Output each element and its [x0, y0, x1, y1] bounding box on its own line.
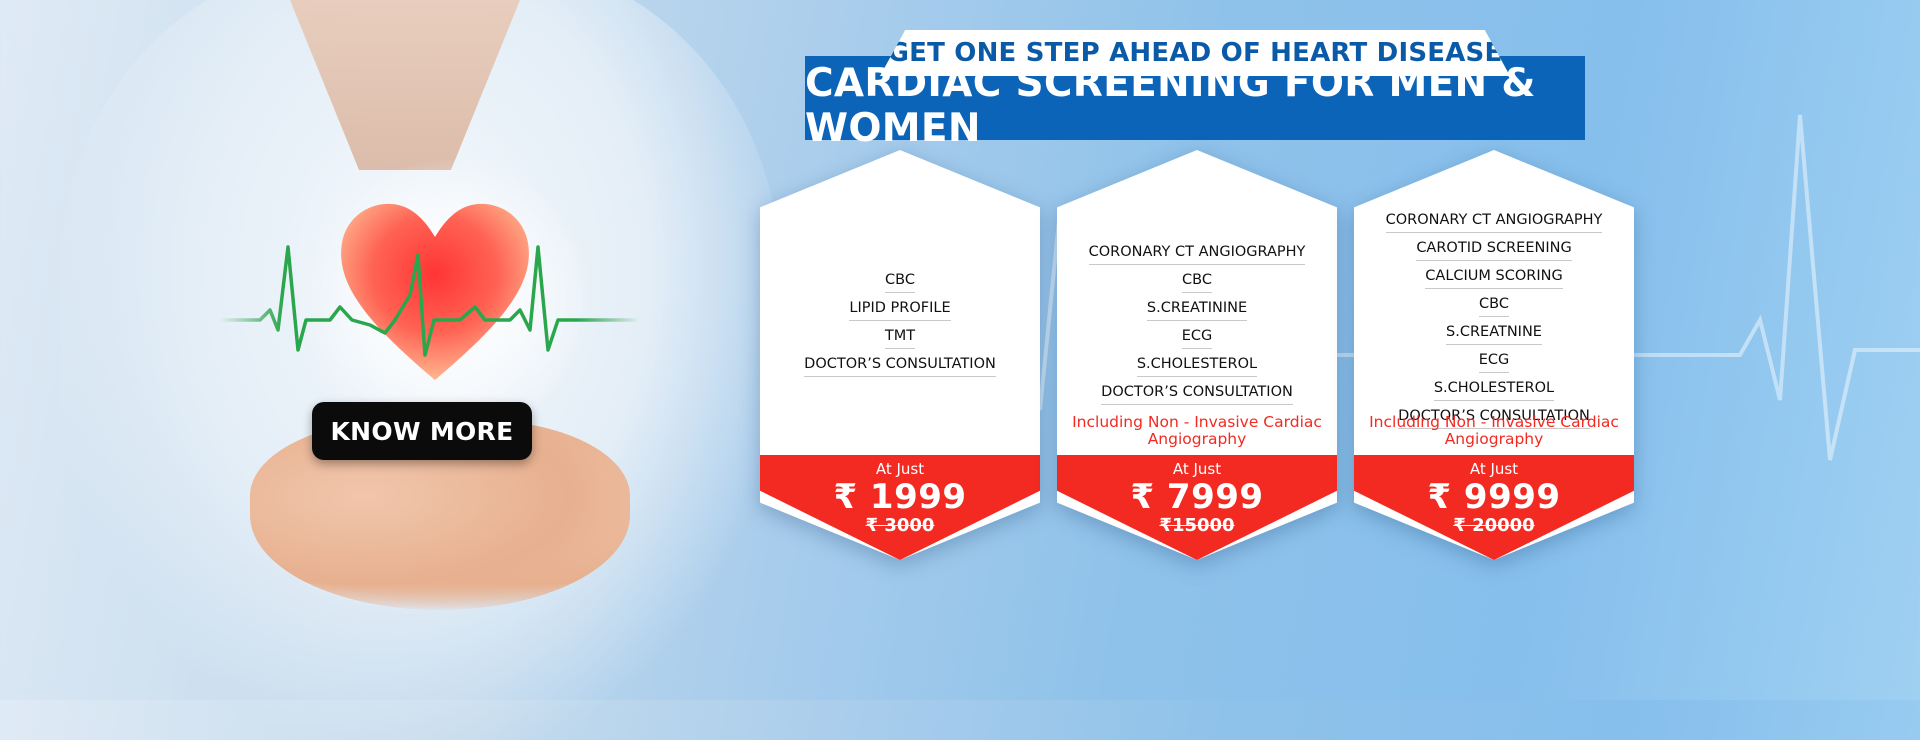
package-item: CORONARY CT ANGIOGRAPHY	[1385, 208, 1603, 233]
package-item: S.CREATININE	[1146, 296, 1248, 321]
package-item: CALCIUM SCORING	[1425, 264, 1563, 289]
package-item: S.CHOLESTEROL	[1136, 352, 1258, 377]
package-item: CBC	[885, 268, 915, 293]
package-item: DOCTOR’S CONSULTATION	[1101, 380, 1293, 405]
package-items: CBC LIPID PROFILE TMT DOCTOR’S CONSULTAT…	[760, 268, 1040, 377]
price: ₹ 7999	[1130, 477, 1264, 517]
package-note: Including Non - Invasive Cardiac Angiogr…	[1369, 413, 1619, 448]
know-more-button[interactable]: KNOW MORE	[312, 402, 532, 460]
price-block: At Just ₹ 7999 ₹15000	[1057, 460, 1337, 536]
package-item: DOCTOR’S CONSULTATION	[804, 352, 996, 377]
old-price: ₹ 3000	[865, 515, 935, 536]
ecg-line-icon	[220, 235, 640, 379]
price-block: At Just ₹ 1999 ₹ 3000	[760, 460, 1040, 536]
package-item: ECG	[1478, 348, 1510, 373]
price: ₹ 9999	[1427, 477, 1561, 517]
package-note: Including Non - Invasive Cardiac Angiogr…	[1072, 413, 1322, 448]
at-just-label: At Just	[875, 460, 925, 478]
package-items: CORONARY CT ANGIOGRAPHY CBC S.CREATININE…	[1057, 240, 1337, 405]
package-card-3[interactable]: CORONARY CT ANGIOGRAPHY CAROTID SCREENIN…	[1354, 150, 1634, 560]
price: ₹ 1999	[833, 477, 967, 517]
at-just-label: At Just	[1469, 460, 1519, 478]
package-item: LIPID PROFILE	[849, 296, 951, 321]
at-just-label: At Just	[1172, 460, 1222, 478]
package-item: S.CHOLESTEROL	[1433, 376, 1555, 401]
old-price: ₹ 20000	[1453, 515, 1535, 536]
package-item: CBC	[1479, 292, 1509, 317]
package-item: CAROTID SCREENING	[1416, 236, 1572, 261]
price-block: At Just ₹ 9999 ₹ 20000	[1354, 460, 1634, 536]
package-item: ECG	[1181, 324, 1213, 349]
package-card-2[interactable]: CORONARY CT ANGIOGRAPHY CBC S.CREATININE…	[1057, 150, 1337, 560]
package-items: CORONARY CT ANGIOGRAPHY CAROTID SCREENIN…	[1354, 208, 1634, 429]
package-item: S.CREATNINE	[1446, 320, 1542, 345]
old-price: ₹15000	[1159, 515, 1235, 536]
package-item: CBC	[1182, 268, 1212, 293]
package-item: CORONARY CT ANGIOGRAPHY	[1088, 240, 1306, 265]
banner-tagline-bar: GET ONE STEP AHEAD OF HEART DISEASE	[880, 30, 1510, 76]
package-card-1[interactable]: CBC LIPID PROFILE TMT DOCTOR’S CONSULTAT…	[760, 150, 1040, 560]
banner-tagline: GET ONE STEP AHEAD OF HEART DISEASE	[887, 38, 1503, 68]
know-more-label: KNOW MORE	[330, 416, 514, 446]
package-item: TMT	[884, 324, 916, 349]
